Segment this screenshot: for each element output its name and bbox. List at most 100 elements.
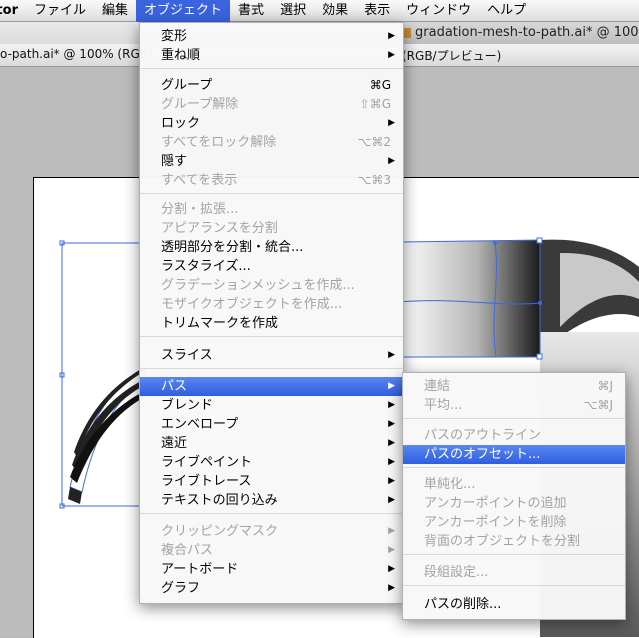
menu-item-label: 単純化... (424, 477, 476, 492)
object_menu-item-25[interactable]: ライブトレース ▶ (140, 472, 403, 491)
menu-item-label: 平均... (424, 398, 463, 413)
menu-item-label: 重ね順 (161, 48, 201, 63)
menu-item-shortcut: ⌥⌘2 (357, 135, 391, 149)
path-submenu: 連結 ⌘J 平均... ⌥⌘J パスのアウトラインパスのオフセット... 単純化... アン… (402, 372, 626, 620)
menu-window[interactable]: ウィンドウ (398, 0, 479, 22)
menu-item-label: すべてをロック解除 (161, 135, 277, 150)
menu-item-label: パスのアウトライン (424, 428, 542, 443)
submenu-arrow-icon: ▶ (388, 545, 395, 555)
menu-item-label: パス (161, 379, 188, 394)
submenu-arrow-icon: ▶ (388, 457, 395, 467)
object_menu-item-14: グラデーションメッシュを作成... (140, 276, 403, 295)
menu-item-label: モザイクオブジェクトを作成... (161, 297, 343, 312)
object_menu-item-3[interactable]: グループ ⌘G (140, 76, 403, 95)
menu-edit[interactable]: 編集 (94, 0, 136, 22)
object_menu-item-20[interactable]: パス ▶ (140, 377, 403, 396)
menu-item-label: 連結 (424, 379, 451, 394)
object_menu-item-0[interactable]: 変形 ▶ (140, 27, 403, 46)
menu-item-label: アートボード (161, 562, 239, 577)
menu-item-label: グループ (161, 78, 213, 93)
menu-view[interactable]: 表示 (356, 0, 398, 22)
menu-select[interactable]: 選択 (272, 0, 314, 22)
object_menu-item-7[interactable]: 隠す ▶ (140, 152, 403, 171)
object-menu: 変形 ▶ 重ね順 ▶ グループ ⌘G グループ解除 ⇧⌘G ロック ▶ すべてをロック解除 ⌥⌘2 隠す… (139, 22, 404, 604)
menu-item-label: 遠近 (161, 436, 188, 451)
document-tab-back[interactable]: gradation-mesh-to-path.ai* @ 100% (400, 22, 639, 44)
menu-item-label: スライス (161, 348, 213, 363)
submenu-arrow-icon: ▶ (388, 31, 395, 41)
document-tab-back-title: gradation-mesh-to-path.ai* @ 100% (415, 25, 639, 40)
object_menu-item-10: 分割・拡張... (140, 200, 403, 219)
menu-separator (140, 368, 403, 369)
path_submenu-item-3: パスのアウトライン (403, 426, 625, 445)
menu-file[interactable]: ファイル (26, 0, 94, 22)
menu-item-label: ラスタライズ... (161, 259, 251, 274)
submenu-arrow-icon: ▶ (388, 583, 395, 593)
path_submenu-item-6: 単純化... (403, 475, 625, 494)
menu-object[interactable]: オブジェクト (136, 0, 231, 22)
menu-item-label: テキストの回り込み (161, 493, 278, 508)
menu-item-shortcut: ⌥⌘3 (357, 173, 391, 187)
path_submenu-item-13[interactable]: パスの削除... (403, 595, 625, 614)
submenu-arrow-icon: ▶ (388, 526, 395, 536)
object_menu-item-31[interactable]: グラフ ▶ (140, 579, 403, 598)
path_submenu-item-7: アンカーポイントの追加 (403, 494, 625, 513)
menu-item-label: グラデーションメッシュを作成... (161, 278, 355, 293)
object_menu-item-4: グループ解除 ⇧⌘G (140, 95, 403, 114)
menu-item-label: 背面のオブジェクトを分割 (424, 534, 581, 549)
menu-item-label: ライブペイント (161, 455, 253, 470)
object_menu-item-26[interactable]: テキストの回り込み ▶ (140, 491, 403, 510)
object_menu-item-5[interactable]: ロック ▶ (140, 114, 403, 133)
menu-item-label: 複合パス (161, 543, 214, 558)
menu-item-shortcut: ⌥⌘J (583, 398, 613, 412)
menu-bar: Illustrator ファイル 編集 オブジェクト 書式 選択 効果 表示 ウ… (0, 0, 639, 22)
menu-item-label: アンカーポイントを削除 (424, 515, 567, 530)
object_menu-item-11: アピアランスを分割 (140, 219, 403, 238)
object_menu-item-13[interactable]: ラスタライズ... (140, 257, 403, 276)
menu-item-shortcut: ⌘J (597, 379, 613, 393)
object_menu-item-22[interactable]: エンベロープ ▶ (140, 415, 403, 434)
object_menu-item-1[interactable]: 重ね順 ▶ (140, 46, 403, 65)
menu-help[interactable]: ヘルプ (479, 0, 534, 22)
object_menu-item-16[interactable]: トリムマークを作成 (140, 314, 403, 333)
menu-item-label: 透明部分を分割・統合... (161, 240, 304, 255)
submenu-arrow-icon: ▶ (388, 350, 395, 360)
menu-item-label: 分割・拡張... (161, 202, 239, 217)
menu-item-label: パスの削除... (424, 597, 502, 612)
object_menu-item-6: すべてをロック解除 ⌥⌘2 (140, 133, 403, 152)
object_menu-item-29: 複合パス ▶ (140, 541, 403, 560)
menu-separator (403, 554, 625, 555)
object_menu-item-18[interactable]: スライス ▶ (140, 346, 403, 365)
object_menu-item-30[interactable]: アートボード ▶ (140, 560, 403, 579)
menu-item-label: アピアランスを分割 (161, 221, 278, 236)
object_menu-item-21[interactable]: ブレンド ▶ (140, 396, 403, 415)
menu-separator (140, 193, 403, 194)
document-tab-front-mode: (RGB/プレビュー) (402, 49, 502, 63)
object_menu-item-24[interactable]: ライブペイント ▶ (140, 453, 403, 472)
menu-item-label: グループ解除 (161, 97, 239, 112)
menu-type[interactable]: 書式 (230, 0, 272, 22)
menu-item-label: ライブトレース (161, 474, 252, 489)
submenu-arrow-icon: ▶ (388, 118, 395, 128)
object_menu-item-12[interactable]: 透明部分を分割・統合... (140, 238, 403, 257)
menu-effect[interactable]: 効果 (314, 0, 356, 22)
menu-item-label: 段組設定... (424, 565, 489, 580)
menu-item-label: アンカーポイントの追加 (424, 496, 567, 511)
path_submenu-item-1: 平均... ⌥⌘J (403, 396, 625, 415)
menu-separator (140, 336, 403, 337)
menu-app-name[interactable]: Illustrator (0, 0, 26, 22)
menu-separator (403, 585, 625, 586)
menu-separator (140, 68, 403, 69)
menu-item-label: グラフ (161, 581, 201, 596)
mesh-object-left[interactable] (59, 240, 146, 509)
menu-item-label: すべてを表示 (161, 173, 238, 188)
menu-item-shortcut: ⇧⌘G (359, 97, 391, 111)
object_menu-item-15: モザイクオブジェクトを作成... (140, 295, 403, 314)
submenu-arrow-icon: ▶ (388, 495, 395, 505)
path_submenu-item-4[interactable]: パスのオフセット... (403, 445, 625, 464)
submenu-arrow-icon: ▶ (388, 50, 395, 60)
document-icon (403, 28, 411, 38)
menu-separator (140, 513, 403, 514)
object_menu-item-23[interactable]: 遠近 ▶ (140, 434, 403, 453)
menu-item-label: 変形 (161, 29, 188, 44)
